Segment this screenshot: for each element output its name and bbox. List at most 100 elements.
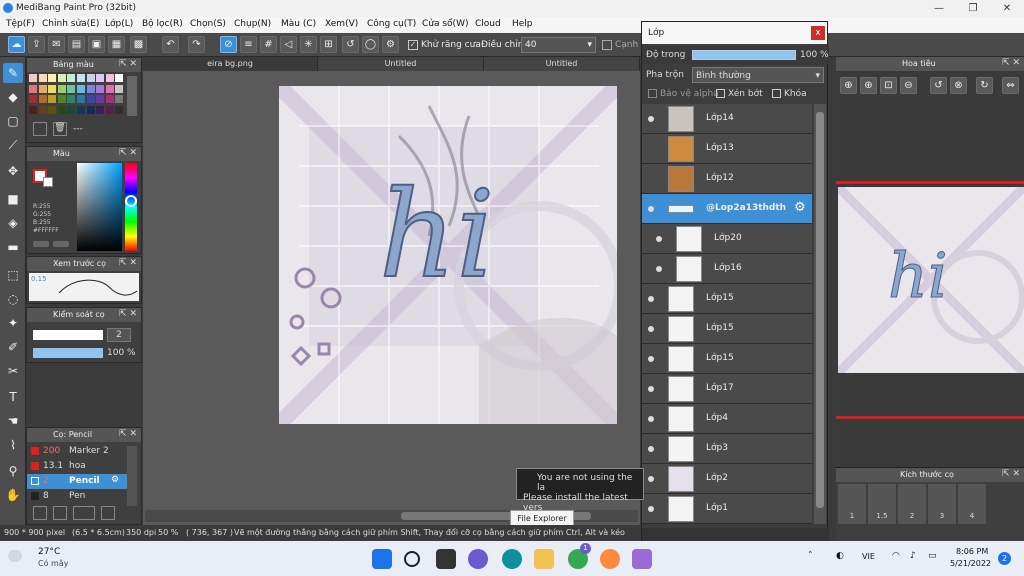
zoom-out-icon[interactable]: ⊖ xyxy=(900,77,917,94)
layer-row[interactable]: Lớp4 xyxy=(642,404,812,434)
tab-untitled-2[interactable]: Untitled xyxy=(484,57,640,71)
artwork-canvas[interactable]: hi xyxy=(279,86,617,424)
background-color[interactable] xyxy=(43,177,53,187)
brush-size-slider[interactable] xyxy=(33,330,103,340)
color-swatch[interactable] xyxy=(38,105,47,114)
task-view-icon[interactable] xyxy=(436,549,456,569)
lasso-tool-icon[interactable]: ◌ xyxy=(3,289,23,309)
comment-icon[interactable]: ✉ xyxy=(48,36,65,53)
color-swatch[interactable] xyxy=(115,95,124,103)
brush-opacity-slider[interactable] xyxy=(33,348,103,358)
menu-edit[interactable]: Chỉnh sửa(E) xyxy=(42,19,99,29)
eye-icon[interactable] xyxy=(648,326,654,332)
update-notification[interactable]: You are not using the la Please install … xyxy=(516,468,644,513)
menu-view[interactable]: Xem(V) xyxy=(325,19,358,29)
page-icon[interactable]: ▤ xyxy=(68,36,85,53)
tab-untitled-1[interactable]: Untitled xyxy=(318,57,484,71)
color-swatch[interactable] xyxy=(115,74,124,82)
menu-filter[interactable]: Bộ lọc(R) xyxy=(142,19,183,29)
lock-checkbox[interactable] xyxy=(772,89,781,98)
palette-add-icon[interactable] xyxy=(33,122,47,136)
color-swatch[interactable] xyxy=(57,74,66,82)
swatch-grid[interactable] xyxy=(29,74,127,118)
close-icon[interactable]: x xyxy=(811,26,825,40)
brush-list-scrollbar[interactable] xyxy=(127,446,137,506)
no-snap-icon[interactable]: ⊘ xyxy=(220,36,237,53)
clock-time[interactable]: 8:06 PM xyxy=(956,547,988,556)
layer-row[interactable]: Lớp1 xyxy=(642,494,812,524)
color-swatch[interactable] xyxy=(48,105,57,114)
eye-icon[interactable] xyxy=(648,506,654,512)
paint-app-icon[interactable] xyxy=(632,549,652,569)
chat-icon[interactable] xyxy=(468,549,488,569)
clipping-checkbox[interactable] xyxy=(716,89,725,98)
color-swatch[interactable] xyxy=(86,74,95,82)
minimize-button[interactable]: — xyxy=(922,0,956,17)
color-swatch[interactable] xyxy=(77,74,85,82)
menu-help[interactable]: Help xyxy=(512,19,533,29)
panel-controls-icon[interactable]: ⇱ ✕ xyxy=(1002,469,1020,479)
edge-icon[interactable] xyxy=(502,549,522,569)
layer-row[interactable]: Lớp15 xyxy=(642,284,812,314)
color-swatch[interactable] xyxy=(77,105,85,114)
network-badge-icon[interactable]: ◐ xyxy=(836,551,844,561)
hue-slider[interactable] xyxy=(125,163,137,251)
color-swatch[interactable] xyxy=(86,84,95,93)
panel-controls-icon[interactable]: ⇱ ✕ xyxy=(119,59,137,69)
rotate-right-icon[interactable]: ↻ xyxy=(976,77,993,94)
menu-color[interactable]: Màu (C) xyxy=(281,19,316,29)
protect-alpha-checkbox[interactable] xyxy=(648,89,657,98)
eye-icon[interactable] xyxy=(648,446,654,452)
eye-icon[interactable] xyxy=(648,116,654,122)
parallel-snap-icon[interactable]: ≡ xyxy=(240,36,257,53)
windows-start-icon[interactable] xyxy=(372,549,392,569)
panel-controls-icon[interactable]: ⇱ ✕ xyxy=(119,309,137,319)
color-swatch[interactable] xyxy=(105,95,114,103)
brush-size-option[interactable]: 1.5 xyxy=(868,484,896,524)
color-swatch[interactable] xyxy=(77,95,85,103)
color-swatch[interactable] xyxy=(29,84,37,93)
trash-icon[interactable]: 🗑 xyxy=(53,122,67,136)
select-eraser-icon[interactable]: ✂ xyxy=(3,361,23,381)
navigator-preview[interactable]: hi xyxy=(838,187,1024,373)
layer-row[interactable]: Lớp15 xyxy=(642,344,812,374)
panel-controls-icon[interactable]: ⇱ ✕ xyxy=(119,148,137,158)
undo-icon[interactable]: ↶ xyxy=(162,36,179,53)
color-swatch[interactable] xyxy=(115,105,124,114)
color-swatch[interactable] xyxy=(38,74,47,82)
battery-icon[interactable]: ▭ xyxy=(928,551,937,561)
brush-item-selected[interactable]: 2 Pencil ⚙ xyxy=(27,474,127,489)
color-swatch[interactable] xyxy=(29,95,37,103)
dropper-tool-icon[interactable]: ⚲ xyxy=(3,461,23,481)
color-swatch[interactable] xyxy=(38,95,47,103)
palette-scrollbar[interactable] xyxy=(127,76,137,116)
color-swatch[interactable] xyxy=(105,105,114,114)
curve-snap-icon[interactable]: ↺ xyxy=(342,36,359,53)
language-indicator[interactable]: VIE xyxy=(862,552,875,561)
color-swatch[interactable] xyxy=(29,105,37,114)
medibang-icon[interactable] xyxy=(600,549,620,569)
vanish-snap-icon[interactable]: ◁ xyxy=(280,36,297,53)
brush-add-icon[interactable] xyxy=(33,506,47,520)
eye-icon[interactable] xyxy=(648,476,654,482)
perspective-snap-icon[interactable]: ⊞ xyxy=(320,36,337,53)
brush-item[interactable]: 200 Marker 2 xyxy=(27,444,127,459)
eye-icon[interactable] xyxy=(656,266,662,272)
wifi-icon[interactable]: ◠ xyxy=(892,551,900,561)
blend-mode-select[interactable]: Bình thường ▾ xyxy=(692,67,824,83)
brush-page-icon[interactable] xyxy=(53,506,67,520)
brush-menu-icon[interactable] xyxy=(73,506,95,520)
layer-row[interactable]: Lớp3 xyxy=(642,434,812,464)
color-swatch[interactable] xyxy=(48,84,57,93)
volume-icon[interactable]: ♪ xyxy=(910,551,916,561)
color-swap-button[interactable] xyxy=(53,241,69,247)
menu-tools[interactable]: Công cụ(T) xyxy=(367,19,416,29)
move-tool-icon[interactable]: ✥ xyxy=(3,161,23,181)
select-tool-icon[interactable]: ⬚ xyxy=(3,265,23,285)
fill-rect-tool-icon[interactable]: ■ xyxy=(3,189,23,209)
operation-tool-icon[interactable]: ☚ xyxy=(3,411,23,431)
color-swatch[interactable] xyxy=(115,84,124,93)
grid-icon[interactable]: ▦ xyxy=(108,36,125,53)
brush-size-option[interactable]: 1 xyxy=(838,484,866,524)
color-swatch[interactable] xyxy=(67,95,76,103)
